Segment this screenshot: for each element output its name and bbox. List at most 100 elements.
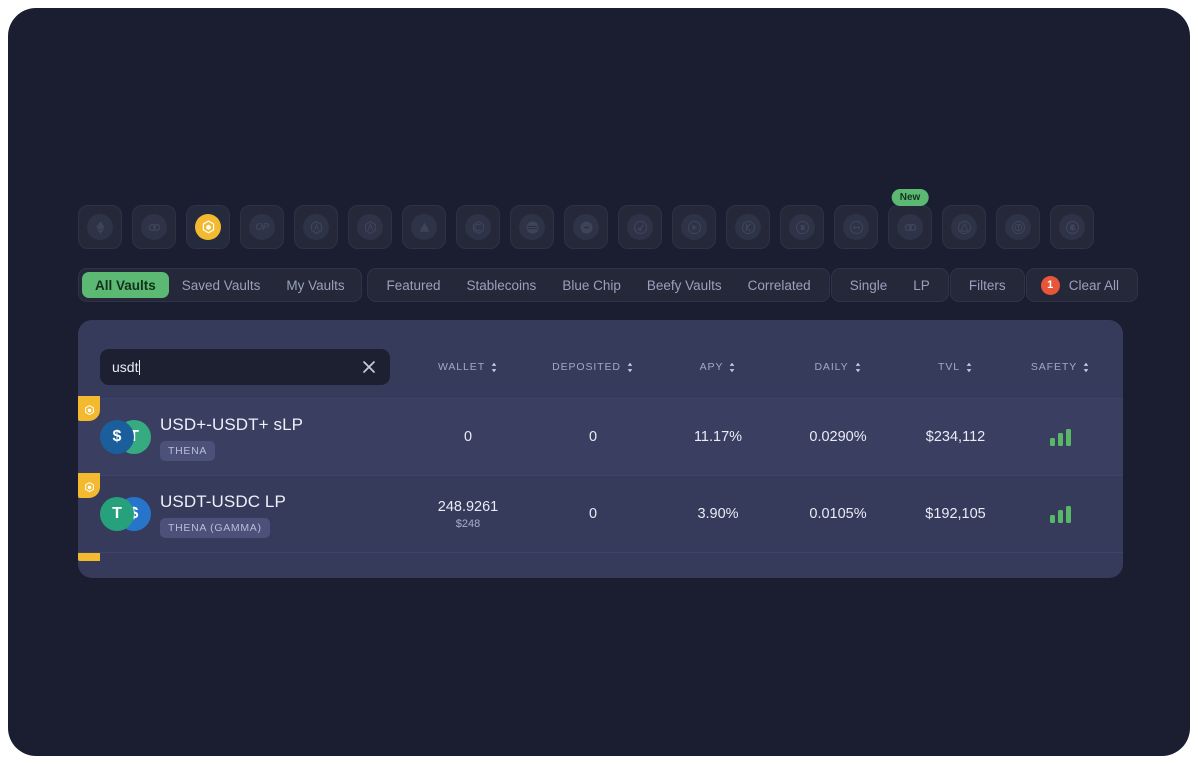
kava-icon [735, 214, 761, 240]
sort-icon[interactable] [728, 362, 736, 373]
chain-button-linea[interactable] [942, 205, 986, 249]
chain-button-emerald[interactable] [780, 205, 824, 249]
vault-scope-tab-all-vaults[interactable]: All Vaults [82, 272, 169, 298]
chain-button-metis[interactable] [672, 205, 716, 249]
vault-scope-tabs: All Vaults Saved Vaults My Vaults [78, 268, 362, 302]
table-header: usdt WALLET DEPOSITED APY DAILY TVL SAFETY [78, 320, 1123, 398]
vault-identity: $ T USDT-USDC LP THENA (GAMMA) [78, 472, 408, 538]
column-header-daily[interactable]: DAILY [778, 361, 898, 373]
cell-safety[interactable] [1013, 505, 1108, 523]
sort-icon[interactable] [626, 362, 634, 373]
chain-button-bnb-chain[interactable] [186, 205, 230, 249]
chain-button-canto[interactable] [834, 205, 878, 249]
row-values: 0 0 11.17% 0.0290% $234,112 [408, 428, 1108, 446]
asset-type-filter-group: Single LP [830, 268, 949, 302]
column-header-tvl[interactable]: TVL [898, 361, 1013, 373]
table-row[interactable]: T $ USD+-USDT+ sLP THENA 0 0 11.17% 0.0290% $234… [78, 395, 1123, 475]
chain-button-kava[interactable] [726, 205, 770, 249]
search-box[interactable]: usdt [100, 349, 390, 385]
vault-name[interactable]: USDT-USDC LP [160, 491, 286, 512]
table-row-partial [78, 552, 1123, 561]
chain-button-fantom[interactable] [510, 205, 554, 249]
clear-all-inner[interactable]: 1 Clear All [1032, 269, 1132, 301]
row-values: 248.9261 $248 0 3.90% 0.0105% $192,105 [408, 499, 1108, 530]
optimism-icon: OP [249, 214, 275, 240]
chain-flag-icon [78, 472, 100, 498]
rootstock-icon [357, 214, 383, 240]
arbitrum-icon [303, 214, 329, 240]
app-root: OP New All Vaults Saved Vaults My Vaults Fe… [8, 8, 1190, 756]
cell-tvl: $234,112 [925, 429, 986, 445]
filters-button-label[interactable]: Filters [956, 269, 1019, 301]
chain-flag-icon [78, 395, 100, 421]
category-filter-stablecoins[interactable]: Stablecoins [454, 269, 550, 301]
cell-daily: 0.0105% [809, 506, 867, 522]
chain-button-gnosis[interactable] [564, 205, 608, 249]
vault-meta: USDT-USDC LP THENA (GAMMA) [160, 491, 286, 538]
cronos-icon [1059, 214, 1085, 240]
safety-score-bars-icon [1013, 428, 1108, 446]
category-filter-correlated[interactable]: Correlated [735, 269, 824, 301]
search-input-value: usdt [112, 359, 139, 375]
zksync-icon [897, 214, 923, 240]
token-pair-icons: T $ [100, 420, 151, 454]
column-header-deposited[interactable]: DEPOSITED [528, 361, 658, 373]
chain-button-polygon[interactable] [132, 205, 176, 249]
chain-button-zksync[interactable]: New [888, 189, 932, 249]
category-filter-beefy-vaults[interactable]: Beefy Vaults [634, 269, 735, 301]
fantom-icon [519, 214, 545, 240]
sort-icon[interactable] [965, 362, 973, 373]
cell-wallet: 248.9261 $248 [408, 499, 528, 530]
chain-button-celo[interactable] [456, 205, 500, 249]
clear-all-button[interactable]: 1 Clear All [1025, 268, 1138, 302]
polygon-icon [141, 214, 167, 240]
filters-toolbar: All Vaults Saved Vaults My Vaults Featured… [78, 268, 1138, 302]
sort-icon[interactable] [854, 362, 862, 373]
column-header-label: APY [699, 361, 724, 373]
filters-button[interactable]: Filters [949, 268, 1025, 302]
cell-tvl: $192,105 [925, 506, 986, 522]
category-filter-blue-chip[interactable]: Blue Chip [549, 269, 634, 301]
avalanche-icon [411, 214, 437, 240]
vault-meta: USD+-USDT+ sLP THENA [160, 414, 303, 461]
chain-button-moonriver[interactable] [618, 205, 662, 249]
chain-button-optimism[interactable]: OP [240, 205, 284, 249]
chain-button-cronos[interactable] [1050, 205, 1094, 249]
category-filter-featured[interactable]: Featured [373, 269, 453, 301]
vault-rows: T $ USD+-USDT+ sLP THENA 0 0 11.17% 0.0290% $234… [78, 395, 1123, 552]
vault-scope-tab-saved-vaults[interactable]: Saved Vaults [169, 272, 274, 298]
column-header-wallet[interactable]: WALLET [408, 361, 528, 373]
token-icon-a: T [100, 497, 134, 531]
chain-button-arbitrum[interactable] [294, 205, 338, 249]
category-filter-group: Featured Stablecoins Blue Chip Beefy Vaults… [367, 268, 830, 302]
moonriver-icon [627, 214, 653, 240]
chain-button-moonbeam[interactable] [996, 205, 1040, 249]
sort-icon[interactable] [1082, 362, 1090, 373]
column-header-label: DAILY [814, 361, 849, 373]
canto-icon [843, 214, 869, 240]
gnosis-icon [573, 214, 599, 240]
safety-score-bars-icon [1013, 505, 1108, 523]
asset-type-filter-lp[interactable]: LP [900, 269, 943, 301]
clear-all-label[interactable]: Clear All [1069, 278, 1119, 293]
chain-button-avalanche[interactable] [402, 205, 446, 249]
column-header-apy[interactable]: APY [658, 361, 778, 373]
column-header-label: SAFETY [1030, 361, 1078, 373]
search-input[interactable]: usdt [112, 359, 360, 375]
sort-icon[interactable] [490, 362, 498, 373]
moonbeam-icon [1005, 214, 1031, 240]
bnb-chain-icon [195, 214, 221, 240]
vault-scope-tab-my-vaults[interactable]: My Vaults [273, 272, 357, 298]
close-icon[interactable] [360, 358, 378, 376]
asset-type-filter-single[interactable]: Single [837, 269, 901, 301]
cell-apy: 11.17% [693, 429, 743, 445]
column-header-label: WALLET [437, 361, 486, 373]
chain-button-ethereum[interactable] [78, 205, 122, 249]
chain-button-rootstock[interactable] [348, 205, 392, 249]
linea-icon [951, 214, 977, 240]
cell-safety[interactable] [1013, 428, 1108, 446]
vault-name[interactable]: USD+-USDT+ sLP [160, 414, 303, 435]
table-row[interactable]: $ T USDT-USDC LP THENA (GAMMA) 248.9261 $248 0… [78, 472, 1123, 552]
column-header-safety[interactable]: SAFETY [1013, 361, 1108, 373]
chain-selector: OP New [78, 189, 1094, 249]
